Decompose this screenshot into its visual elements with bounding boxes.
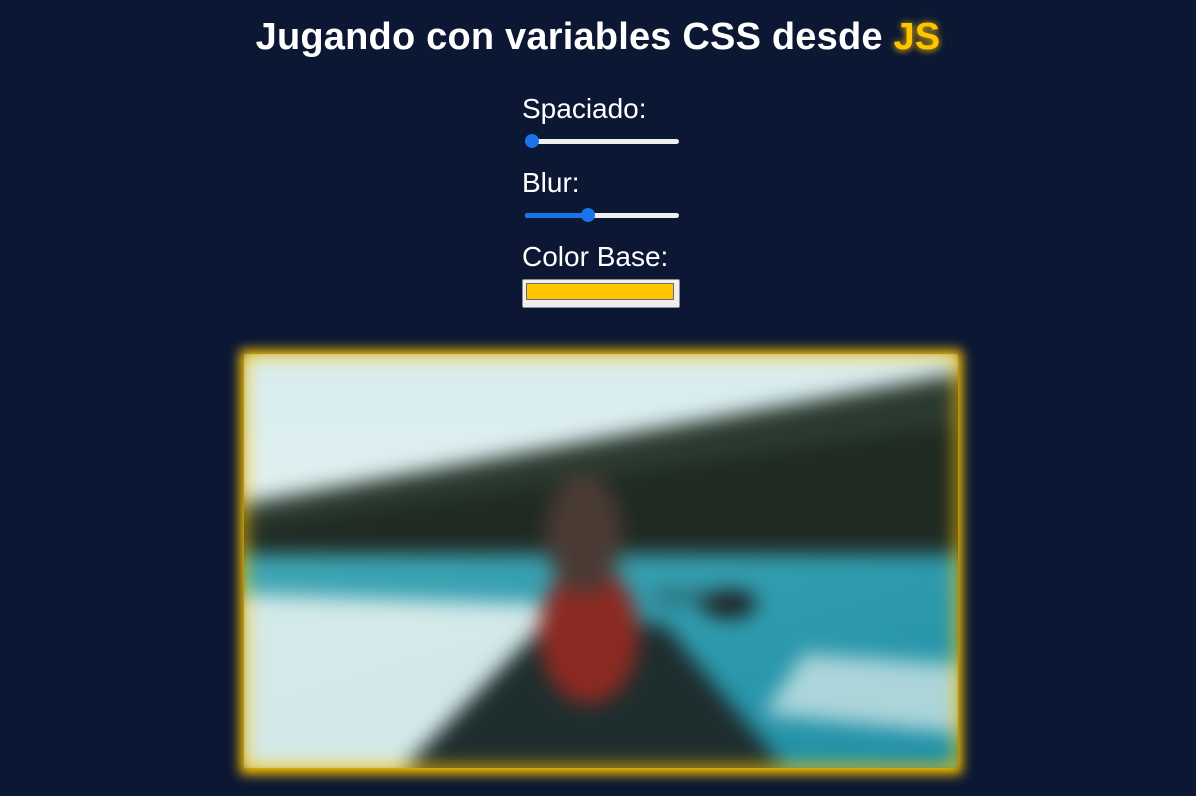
controls-panel: Spaciado: Blur: Color Base: — [522, 92, 682, 308]
spacing-slider-thumb[interactable] — [525, 134, 539, 148]
blur-slider-fill — [525, 213, 588, 218]
spacing-label: Spaciado: — [522, 93, 647, 124]
color-base-picker[interactable] — [522, 279, 680, 308]
blur-label: Blur: — [522, 167, 580, 198]
spacing-slider[interactable] — [525, 131, 679, 151]
canoe-photo-image — [244, 354, 958, 768]
color-base-label: Color Base: — [522, 241, 669, 272]
blur-slider[interactable] — [525, 205, 679, 225]
spacing-slider-track — [525, 139, 679, 144]
page-title-highlight: JS — [893, 16, 941, 58]
blur-slider-thumb[interactable] — [581, 208, 595, 222]
color-swatch — [526, 283, 674, 300]
page-title-main: Jugando con variables CSS desde — [255, 16, 894, 58]
page-title: Jugando con variables CSS desde JS — [0, 16, 1196, 59]
canoe-photo — [244, 354, 958, 768]
